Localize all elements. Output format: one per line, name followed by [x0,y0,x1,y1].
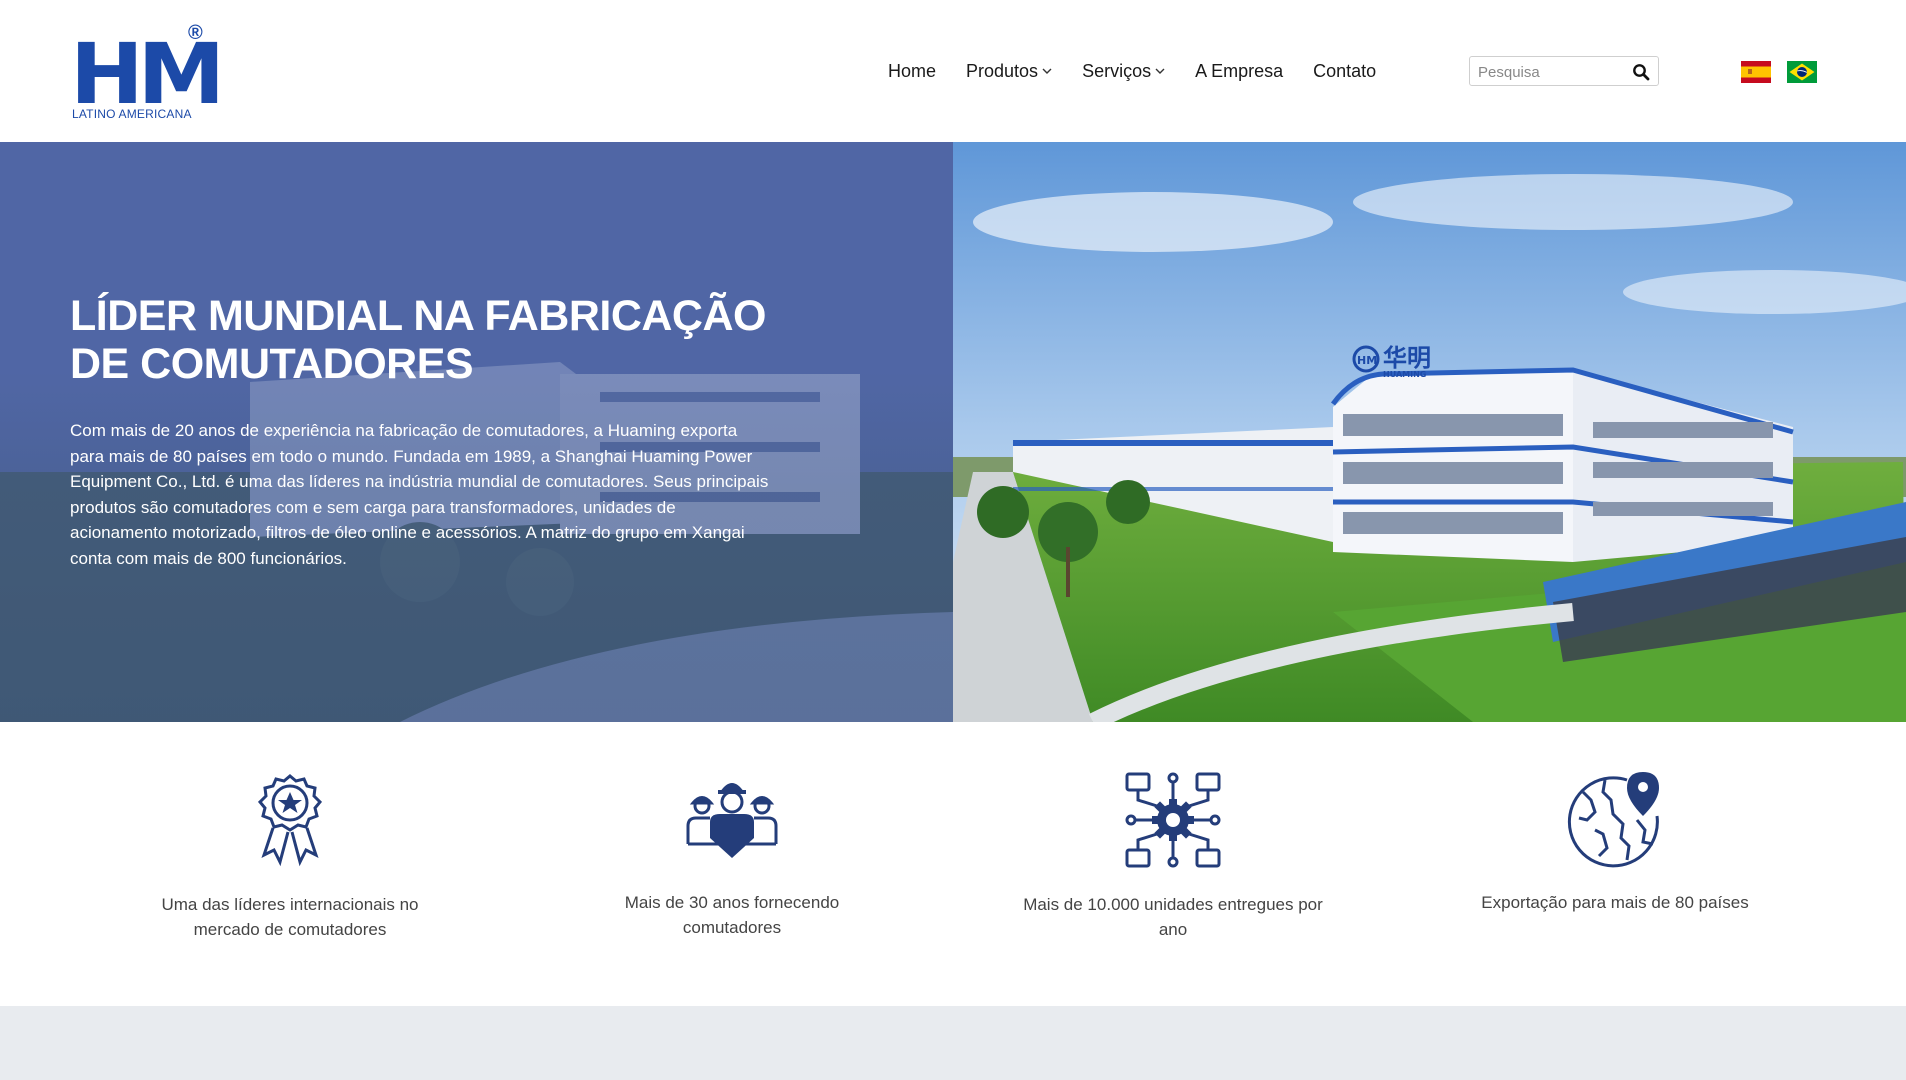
feature-text: Exportação para mais de 80 países [1481,893,1749,912]
features-section: Uma das líderes internacionais no mercad… [0,722,1906,1006]
search-icon[interactable] [1632,63,1650,81]
globe-location-icon [1567,772,1659,868]
nav-item-contato[interactable]: Contato [1313,61,1376,82]
award-medal-icon [257,774,323,867]
nav-item-home[interactable]: Home [888,61,936,82]
search-box [1469,56,1659,86]
nav-item-produtos[interactable]: Produtos [966,61,1052,82]
search-input[interactable] [1478,61,1628,83]
logo[interactable]: HM ® LATINO AMERICANA [70,22,225,122]
logo-mark: HM [70,25,225,123]
nav-label: Home [888,60,937,81]
svg-text:HM: HM [1357,354,1377,367]
hero-overlay-panel: LÍDER MUNDIAL NA FABRICAÇÃO DE COMUTADOR… [0,142,953,722]
spain-flag-icon[interactable] [1741,61,1771,83]
building-sign: 华明 [1383,344,1431,372]
hero-description: Com mais de 20 anos de experiência na fa… [70,421,769,568]
nav-label: A Empresa [1195,60,1284,81]
feature-text: Mais de 10.000 unidades entregues por an… [1023,895,1323,939]
feature-text: Mais de 30 anos fornecendo comutadores [624,893,840,937]
nav-item-a-empresa[interactable]: A Empresa [1195,61,1283,82]
factory-photo: HM 华明 HUAMING [953,142,1906,722]
hero-section: LÍDER MUNDIAL NA FABRICAÇÃO DE COMUTADOR… [0,142,1906,722]
hero-title: LÍDER MUNDIAL NA FABRICAÇÃO DE COMUTADOR… [70,292,766,388]
factory-illustration: HM 华明 HUAMING [953,142,1906,722]
nav-label: Serviços [1082,60,1152,81]
network-gear-icon [1125,772,1221,868]
logo-subtitle: LATINO AMERICANA [72,107,192,121]
registered-mark: ® [188,22,203,44]
main-nav: Home Produtos Serviços A Empresa Contato [888,58,1406,84]
nav-label: Contato [1313,60,1377,81]
brazil-flag-icon[interactable] [1787,61,1817,83]
feature-text: Uma das líderes internacionais no mercad… [161,895,419,939]
building-sign-sub: HUAMING [1383,370,1426,379]
nav-item-servicos[interactable]: Serviços [1082,61,1165,82]
chevron-down-icon [1155,68,1165,74]
site-header: HM ® LATINO AMERICANA Home Produtos Serv… [0,0,1906,142]
workers-team-icon [686,783,778,858]
next-section-band [0,1006,1906,1080]
chevron-down-icon [1042,68,1052,74]
nav-label: Produtos [966,60,1039,81]
